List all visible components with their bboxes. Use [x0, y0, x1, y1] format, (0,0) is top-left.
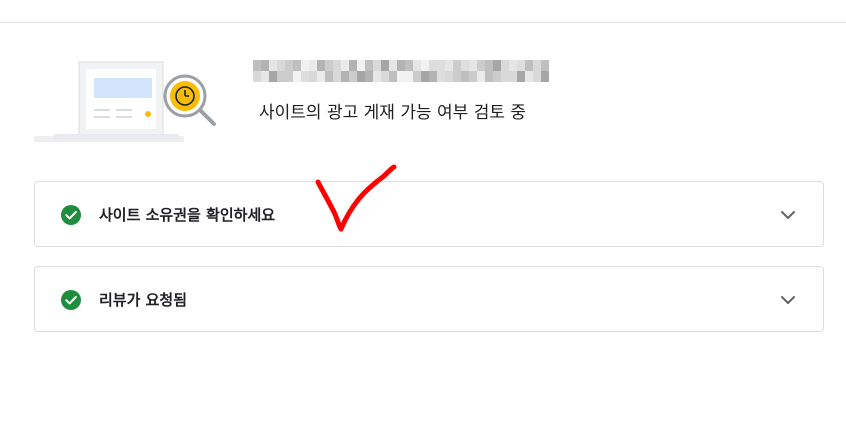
mosaic-cell — [325, 71, 333, 82]
mosaic-cell — [405, 60, 413, 71]
mosaic-cell — [485, 60, 493, 71]
mosaic-cell — [413, 71, 421, 82]
check-circle-icon — [61, 290, 81, 310]
mosaic-cell — [341, 71, 349, 82]
step-label: 리뷰가 요청됨 — [99, 291, 188, 309]
mosaic-cell — [333, 71, 341, 82]
mosaic-cell — [293, 60, 301, 71]
chevron-down-icon[interactable] — [779, 206, 797, 224]
mosaic-cell — [397, 71, 405, 82]
mosaic-cell — [309, 71, 317, 82]
mosaic-cell — [429, 71, 437, 82]
mosaic-cell — [373, 60, 381, 71]
mosaic-cell — [541, 71, 549, 82]
mosaic-cell — [509, 60, 517, 71]
mosaic-cell — [365, 71, 373, 82]
mosaic-cell — [261, 60, 269, 71]
mosaic-cell — [349, 60, 357, 71]
mosaic-cell — [453, 60, 461, 71]
mosaic-cell — [269, 71, 277, 82]
mosaic-cell — [317, 60, 325, 71]
mosaic-cell — [533, 71, 541, 82]
mosaic-cell — [509, 71, 517, 82]
mosaic-cell — [269, 60, 277, 71]
mosaic-cell — [293, 71, 301, 82]
mosaic-cell — [533, 60, 541, 71]
mosaic-cell — [469, 60, 477, 71]
mosaic-cell — [437, 60, 445, 71]
chevron-down-icon[interactable] — [779, 291, 797, 309]
step-verify-site-ownership[interactable]: 사이트 소유권을 확인하세요 — [34, 181, 824, 247]
mosaic-cell — [373, 71, 381, 82]
mosaic-cell — [389, 60, 397, 71]
top-divider — [0, 22, 846, 23]
mosaic-cell — [477, 71, 485, 82]
mosaic-cell — [253, 71, 261, 82]
mosaic-cell — [445, 71, 453, 82]
mosaic-cell — [301, 60, 309, 71]
mosaic-cell — [349, 71, 357, 82]
adsense-site-review-page: 사이트의 광고 게재 가능 여부 검토 중 사이트 소유권을 확인하세요 리뷰가… — [0, 0, 846, 446]
mosaic-cell — [397, 60, 405, 71]
mosaic-cell — [381, 71, 389, 82]
mosaic-cell — [253, 60, 261, 71]
mosaic-cell — [285, 60, 293, 71]
mosaic-cell — [421, 71, 429, 82]
mosaic-cell — [301, 71, 309, 82]
mosaic-cell — [445, 60, 453, 71]
mosaic-cell — [477, 60, 485, 71]
mosaic-cell — [357, 71, 365, 82]
mosaic-cell — [453, 71, 461, 82]
mosaic-cell — [333, 60, 341, 71]
mosaic-cell — [317, 71, 325, 82]
mosaic-cell — [341, 60, 349, 71]
mosaic-cell — [429, 60, 437, 71]
mosaic-cell — [525, 60, 533, 71]
mosaic-cell — [461, 71, 469, 82]
mosaic-cell — [309, 60, 317, 71]
mosaic-cell — [469, 71, 477, 82]
step-review-requested[interactable]: 리뷰가 요청됨 — [34, 266, 824, 332]
site-name-redacted — [253, 60, 549, 82]
mosaic-cell — [325, 60, 333, 71]
mosaic-cell — [493, 71, 501, 82]
mosaic-cell — [421, 60, 429, 71]
mosaic-cell — [517, 71, 525, 82]
site-review-illustration — [34, 61, 216, 142]
review-status-text: 사이트의 광고 게재 가능 여부 검토 중 — [259, 103, 527, 123]
mosaic-cell — [381, 60, 389, 71]
mosaic-cell — [389, 71, 397, 82]
mosaic-cell — [405, 71, 413, 82]
step-label: 사이트 소유권을 확인하세요 — [99, 206, 276, 224]
mosaic-cell — [277, 60, 285, 71]
mosaic-cell — [541, 60, 549, 71]
mosaic-cell — [517, 60, 525, 71]
mosaic-cell — [501, 71, 509, 82]
mosaic-cell — [485, 71, 493, 82]
check-circle-icon — [61, 205, 81, 225]
mosaic-cell — [525, 71, 533, 82]
mosaic-cell — [365, 60, 373, 71]
mosaic-cell — [357, 60, 365, 71]
mosaic-cell — [501, 60, 509, 71]
mosaic-cell — [285, 71, 293, 82]
mosaic-cell — [261, 71, 269, 82]
mosaic-cell — [413, 60, 421, 71]
mosaic-cell — [437, 71, 445, 82]
redaction-mosaic — [253, 60, 549, 82]
mosaic-cell — [493, 60, 501, 71]
mosaic-cell — [461, 60, 469, 71]
mosaic-cell — [277, 71, 285, 82]
